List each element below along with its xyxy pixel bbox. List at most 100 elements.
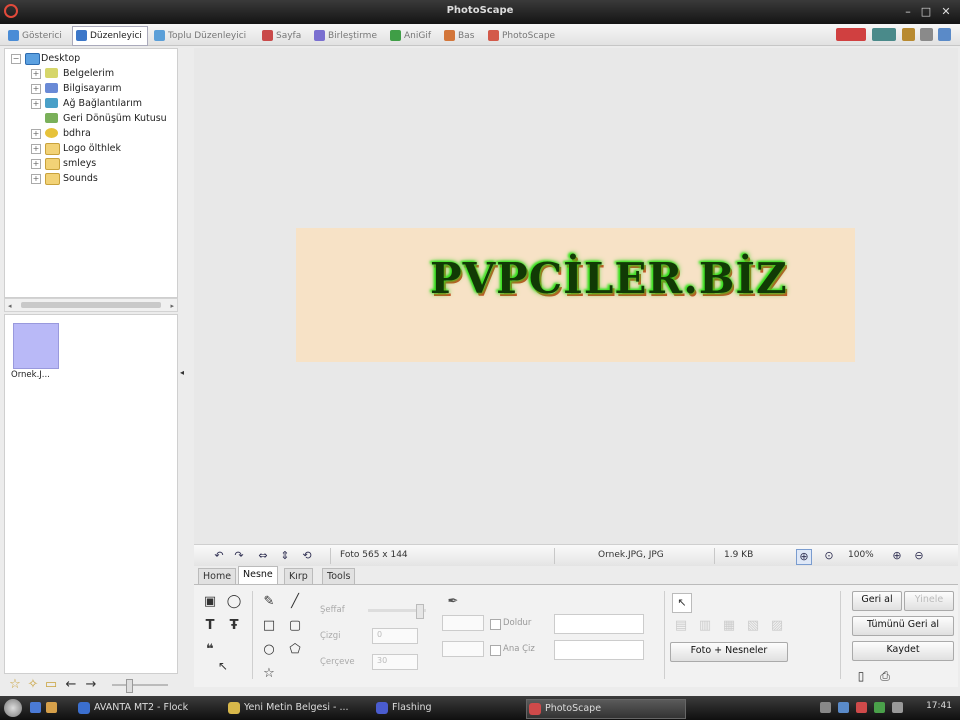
photo-object-icon[interactable]: ▣	[201, 593, 219, 611]
line-dash-dropdown[interactable]	[442, 641, 484, 657]
back-arrow-icon[interactable]: ←	[62, 676, 80, 694]
thumbnail-image[interactable]	[13, 323, 59, 369]
scroll-left-icon[interactable]: ◂	[8, 302, 12, 310]
panel-collapse-icon[interactable]: ◂	[180, 368, 188, 378]
scroll-right-icon[interactable]: ▸	[170, 302, 174, 310]
tray-icon[interactable]	[874, 702, 885, 713]
printer-icon[interactable]: ⎙	[876, 667, 894, 685]
tab-tools[interactable]: Tools	[322, 568, 356, 585]
tab-combine[interactable]: Birleştirme	[310, 26, 383, 46]
rotate-right-icon[interactable]: ↷	[232, 549, 246, 563]
scroll-thumb[interactable]	[21, 302, 161, 308]
opacity-slider-handle[interactable]	[416, 604, 424, 619]
group-object-icon[interactable]: ▨	[768, 617, 786, 635]
config-icon[interactable]	[920, 28, 933, 41]
exif-badge-icon[interactable]	[872, 28, 896, 41]
tree-horizontal-scrollbar[interactable]: ◂ ▸	[4, 298, 178, 312]
delete-object-icon[interactable]: ▤	[672, 617, 690, 635]
reset-icon[interactable]: ⟲	[300, 549, 314, 563]
taskbar-item-active[interactable]: PhotoScape	[526, 699, 686, 719]
thickness-stepper[interactable]: 0	[372, 628, 418, 644]
line-style-dropdown[interactable]	[442, 615, 484, 631]
taskbar-item[interactable]: Flashing	[374, 699, 532, 717]
text-shadow-tool-icon[interactable]: Ŧ	[225, 617, 243, 635]
quick-launch-icon[interactable]	[30, 702, 41, 713]
taskbar-item[interactable]: Yeni Metin Belgesi - ...	[226, 699, 384, 717]
forward-arrow-icon[interactable]: →	[82, 676, 100, 694]
zoom-out-icon[interactable]: ⊖	[912, 549, 926, 563]
tray-icon[interactable]	[838, 702, 849, 713]
tab-photoscape[interactable]: PhotoScape	[484, 26, 561, 46]
save-button[interactable]: Kaydet	[852, 641, 954, 661]
magic-wand-icon[interactable]: ✎	[260, 593, 278, 611]
expand-icon[interactable]: +	[31, 129, 41, 139]
select-pointer-icon[interactable]: ↖	[672, 593, 692, 613]
zoom-actual-icon[interactable]: ⊙	[822, 549, 836, 563]
tab-batch-editor[interactable]: Toplu Düzenleyici	[150, 26, 252, 46]
shadow-checkbox[interactable]	[490, 645, 501, 656]
rotate-left-icon[interactable]: ↶	[212, 549, 226, 563]
expand-icon[interactable]: +	[31, 159, 41, 169]
share-icon[interactable]	[938, 28, 951, 41]
fill-color-picker[interactable]	[554, 614, 644, 634]
tab-print[interactable]: Bas	[440, 26, 480, 46]
send-back-icon[interactable]: ▧	[744, 617, 762, 635]
add-favorite-icon[interactable]: ✧	[24, 676, 42, 694]
polygon-tool-icon[interactable]: ⬠	[286, 641, 304, 659]
tab-crop[interactable]: Kırp	[284, 568, 313, 585]
zoom-in-icon[interactable]: ⊕	[890, 549, 904, 563]
copy-object-icon[interactable]: ▥	[696, 617, 714, 635]
expand-icon[interactable]: +	[31, 144, 41, 154]
flip-vertical-icon[interactable]: ⇕	[278, 549, 292, 563]
folder-icon	[45, 143, 60, 155]
star-tool-icon[interactable]: ☆	[260, 665, 278, 683]
start-button[interactable]	[4, 699, 22, 717]
circle-tool-icon[interactable]: ○	[260, 641, 278, 659]
photo-objects-button[interactable]: Foto + Nesneler	[670, 642, 788, 662]
clock: 17:41	[926, 701, 952, 711]
tab-home[interactable]: Home	[198, 568, 237, 585]
tab-editor[interactable]: Düzenleyici	[72, 26, 148, 46]
eyedropper-icon[interactable]: ✒	[444, 593, 462, 611]
zoom-fit-icon[interactable]: ⊕	[796, 549, 812, 565]
folder-tree: − Desktop + Belgelerim + Bilgisayarım + Ağ …	[4, 48, 178, 298]
expand-icon[interactable]: +	[31, 174, 41, 184]
favorite-star-icon[interactable]: ☆	[6, 676, 24, 694]
text-tool-icon[interactable]: T	[201, 617, 219, 635]
expand-icon[interactable]: +	[31, 99, 41, 109]
speech-balloon-icon[interactable]: ◯	[225, 593, 243, 611]
thumbnail-size-handle[interactable]	[126, 679, 133, 693]
help-icon[interactable]	[902, 28, 915, 41]
collapse-icon[interactable]: −	[11, 54, 21, 64]
tab-page[interactable]: Sayfa	[258, 26, 307, 46]
tray-icon[interactable]	[856, 702, 867, 713]
open-folder-icon[interactable]: ▭	[42, 676, 60, 694]
bring-front-icon[interactable]: ▦	[720, 617, 738, 635]
expand-icon[interactable]: +	[31, 84, 41, 94]
close-icon[interactable]: ✕	[938, 4, 954, 19]
tray-icon[interactable]	[820, 702, 831, 713]
new-document-icon[interactable]: ▯	[852, 667, 870, 685]
rounded-rectangle-tool-icon[interactable]: ▢	[286, 617, 304, 635]
thumbnail-size-slider[interactable]	[112, 684, 168, 686]
fill-checkbox[interactable]	[490, 619, 501, 630]
tab-object[interactable]: Nesne	[238, 566, 278, 585]
tab-anigif[interactable]: AniGif	[386, 26, 437, 46]
quick-launch-icon[interactable]	[46, 702, 57, 713]
tab-viewer[interactable]: Gösterici	[4, 26, 68, 46]
rectangle-tool-icon[interactable]: □	[260, 617, 278, 635]
maximize-icon[interactable]: □	[918, 4, 934, 19]
undo-button[interactable]: Geri al	[852, 591, 902, 611]
line-tool-icon[interactable]: ╱	[286, 593, 304, 611]
expand-icon[interactable]: +	[31, 69, 41, 79]
photo-image[interactable]: PVPCİLER.BİZ	[296, 228, 855, 362]
shadow-color-picker[interactable]	[554, 640, 644, 660]
minimize-icon[interactable]: –	[900, 4, 916, 19]
flip-horizontal-icon[interactable]: ⇔	[256, 549, 270, 563]
redo-button[interactable]: Yinele	[904, 591, 954, 611]
undo-all-button[interactable]: Tümünü Geri al	[852, 616, 954, 636]
ads-badge-icon[interactable]	[836, 28, 866, 41]
volume-icon[interactable]	[892, 702, 903, 713]
taskbar-item[interactable]: AVANTA MT2 - Flock	[76, 699, 234, 717]
round-stepper[interactable]: 30	[372, 654, 418, 670]
